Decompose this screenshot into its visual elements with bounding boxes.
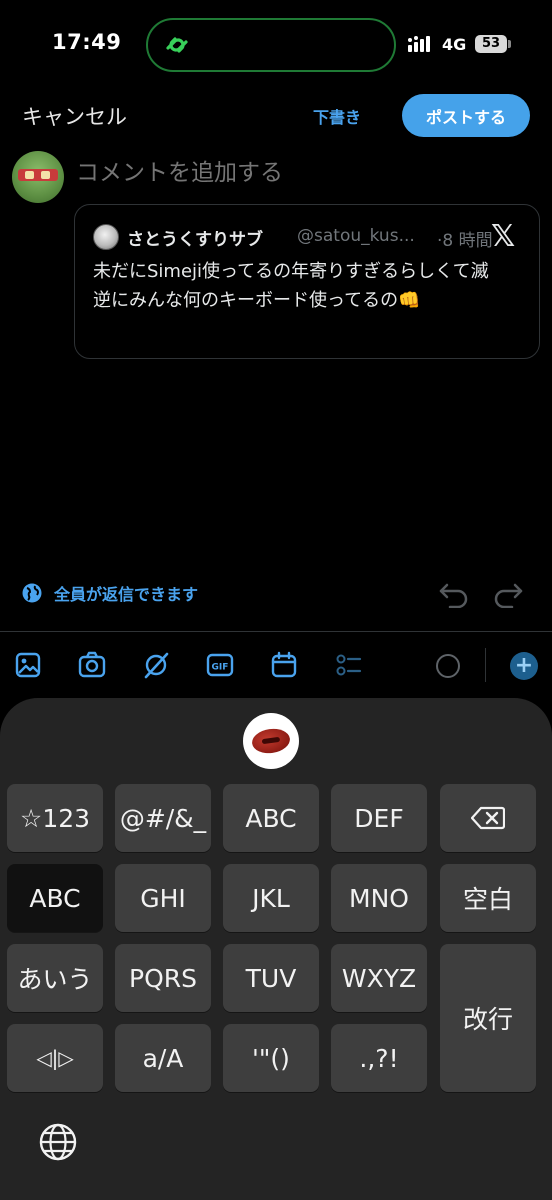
key-jkl[interactable]: JKL bbox=[223, 864, 319, 932]
grok-button[interactable] bbox=[141, 650, 171, 680]
gif-icon: GIF bbox=[206, 653, 234, 677]
key-def[interactable]: DEF bbox=[331, 784, 427, 852]
status-bar: 17:49 4G 53 bbox=[0, 0, 552, 90]
toolbar-separator bbox=[485, 648, 486, 682]
reply-settings-label: 全員が返信できます bbox=[54, 585, 199, 604]
reply-settings[interactable]: 全員が返信できます bbox=[22, 580, 198, 606]
simeji-logo-button[interactable] bbox=[243, 713, 299, 769]
link-icon bbox=[166, 37, 188, 53]
key-backspace[interactable] bbox=[440, 784, 536, 852]
key-abc-mode[interactable]: ABC bbox=[7, 864, 103, 932]
simeji-keyboard: ☆123 @#/&_ ABC DEF ABC GHI JKL MNO 空白 あい… bbox=[0, 698, 552, 1200]
quoted-post[interactable]: さとうくすりサブ @satou_kus... ·8 時間 𝕏 未だにSimeji… bbox=[74, 204, 540, 359]
avatar-band bbox=[18, 169, 58, 181]
grok-icon bbox=[144, 652, 169, 679]
network-type: 4G bbox=[442, 35, 467, 54]
backspace-icon bbox=[471, 806, 505, 830]
poll-icon bbox=[336, 654, 362, 676]
post-button[interactable]: ポストする bbox=[402, 94, 530, 137]
key-case-toggle[interactable]: a/A bbox=[115, 1024, 211, 1092]
schedule-icon bbox=[271, 651, 297, 678]
toolbar-divider bbox=[0, 631, 552, 632]
camera-button[interactable] bbox=[77, 650, 107, 680]
key-enter[interactable]: 改行 bbox=[440, 944, 536, 1092]
quoted-text-line: 逆にみんな何のキーボード使ってるの👊 bbox=[93, 290, 421, 311]
avatar-eye bbox=[41, 171, 50, 179]
key-punctuation[interactable]: .,?! bbox=[331, 1024, 427, 1092]
key-ghi[interactable]: GHI bbox=[115, 864, 211, 932]
undo-icon[interactable] bbox=[438, 578, 470, 608]
quoted-author-avatar bbox=[93, 224, 119, 250]
quoted-text-line: 未だにSimeji使ってるの年寄りすぎるらしくて滅 bbox=[93, 261, 489, 282]
quoted-post-time: ·8 時間 bbox=[437, 231, 493, 251]
battery-tip bbox=[508, 40, 511, 48]
compose-toolbar: GIF + bbox=[0, 642, 552, 688]
avatar-eye bbox=[25, 171, 34, 179]
add-post-button[interactable]: + bbox=[510, 652, 538, 680]
quoted-author-handle: @satou_kus... bbox=[297, 226, 415, 246]
poll-button[interactable] bbox=[333, 650, 363, 680]
x-logo-icon: 𝕏 bbox=[491, 219, 516, 254]
camera-icon bbox=[78, 651, 106, 678]
status-time: 17:49 bbox=[52, 30, 122, 54]
drafts-button[interactable]: 下書き bbox=[313, 104, 361, 128]
quoted-post-text: 未だにSimeji使ってるの年寄りすぎるらしくて滅 逆にみんな何のキーボード使っ… bbox=[93, 257, 523, 315]
comment-input[interactable] bbox=[76, 160, 526, 186]
image-icon bbox=[15, 652, 41, 678]
key-quotes[interactable]: '"() bbox=[223, 1024, 319, 1092]
key-tuv[interactable]: TUV bbox=[223, 944, 319, 1012]
globe-icon[interactable] bbox=[38, 1122, 78, 1162]
key-kana-mode[interactable]: あいう bbox=[7, 944, 103, 1012]
key-mno[interactable]: MNO bbox=[331, 864, 427, 932]
redo-icon[interactable] bbox=[492, 578, 524, 608]
key-wxyz[interactable]: WXYZ bbox=[331, 944, 427, 1012]
character-count-gauge bbox=[436, 654, 460, 678]
quoted-author-name: さとうくすりサブ bbox=[127, 230, 263, 250]
signal-icon bbox=[408, 36, 430, 52]
battery-level: 53 bbox=[475, 35, 507, 53]
schedule-button[interactable] bbox=[269, 650, 299, 680]
key-space[interactable]: 空白 bbox=[440, 864, 536, 932]
globe-icon bbox=[22, 583, 42, 603]
key-symbols[interactable]: @#/&_ bbox=[115, 784, 211, 852]
key-cursor[interactable]: ◁|▷ bbox=[7, 1024, 103, 1092]
user-avatar bbox=[12, 151, 64, 203]
bean-icon bbox=[250, 726, 292, 756]
cancel-button[interactable]: キャンセル bbox=[22, 101, 127, 131]
key-abc[interactable]: ABC bbox=[223, 784, 319, 852]
svg-text:GIF: GIF bbox=[212, 663, 229, 673]
image-button[interactable] bbox=[13, 650, 43, 680]
key-pqrs[interactable]: PQRS bbox=[115, 944, 211, 1012]
dynamic-island[interactable] bbox=[146, 18, 396, 72]
gif-button[interactable]: GIF bbox=[205, 650, 235, 680]
key-symbols-num[interactable]: ☆123 bbox=[7, 784, 103, 852]
